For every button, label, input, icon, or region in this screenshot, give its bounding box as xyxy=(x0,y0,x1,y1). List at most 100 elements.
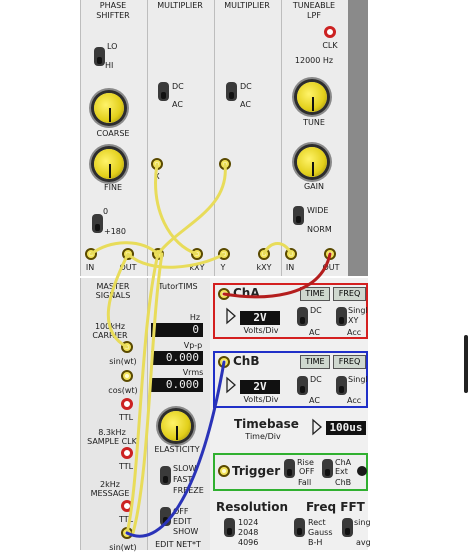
speed-switch[interactable] xyxy=(160,466,171,485)
fft-avg-switch[interactable] xyxy=(342,518,353,537)
window-scrollbar[interactable] xyxy=(464,335,468,393)
carrier-sin-jack[interactable] xyxy=(121,341,133,353)
fine-label: FINE xyxy=(104,183,122,192)
elasticity-knob[interactable] xyxy=(161,411,191,441)
elasticity-label: ELASTICITY xyxy=(154,445,200,454)
timebase-prev-button[interactable] xyxy=(310,417,324,437)
sample-clk-freq-label: 8.3kHz xyxy=(98,428,126,437)
multiplier-module-2 xyxy=(214,0,282,276)
sample-clk-ttl-label: TTL xyxy=(118,462,134,471)
chb-volts-prev-button[interactable] xyxy=(224,375,238,395)
cha-title: ChA xyxy=(233,286,260,300)
multiplier1-y-jack[interactable] xyxy=(218,248,230,260)
chb-acc-label: Acc xyxy=(347,396,362,405)
lpf-clk-label: CLK xyxy=(322,41,338,50)
master-signals-title: MASTER xyxy=(96,282,130,291)
multiplier2-ac-label: AC xyxy=(240,100,251,109)
timebase-sub-label: Time/Div xyxy=(245,432,281,441)
multiplier1-title: MULTIPLIER xyxy=(157,1,203,10)
rack-side-bar xyxy=(348,0,368,276)
master-signals-title-2: SIGNALS xyxy=(95,291,131,300)
phase-out-jack[interactable] xyxy=(122,248,134,260)
sample-clk-ttl-jack[interactable] xyxy=(121,447,133,459)
deg180-label: +180 xyxy=(104,227,126,236)
cha-volts-display: 2V xyxy=(240,311,280,325)
show-label: SHOW xyxy=(173,527,199,536)
message-ttl-jack[interactable] xyxy=(121,500,133,512)
multiplier2-title: MULTIPLIER xyxy=(224,1,270,10)
fft-rect-label: Rect xyxy=(308,518,326,527)
carrier-ttl-jack[interactable] xyxy=(121,398,133,410)
resolution-2048-label: 2048 xyxy=(238,528,259,537)
lo-hi-switch[interactable] xyxy=(94,47,105,66)
chb-mode-switch[interactable] xyxy=(336,376,347,395)
multiplier1-x-label: X xyxy=(154,172,160,181)
lpf-out-jack[interactable] xyxy=(324,248,336,260)
phase-range-switch[interactable] xyxy=(92,214,103,233)
wide-norm-switch[interactable] xyxy=(293,206,304,225)
trigger-slope-switch[interactable] xyxy=(284,459,295,478)
chb-freq-button[interactable]: FREQ xyxy=(333,355,366,369)
cha-coupling-switch[interactable] xyxy=(297,307,308,326)
cha-time-button[interactable]: TIME xyxy=(300,287,330,301)
lpf-out-label: OUT xyxy=(322,263,340,272)
phase-in-jack[interactable] xyxy=(85,248,97,260)
chevron-right-icon xyxy=(226,307,236,325)
phase-in-label: IN xyxy=(85,263,95,272)
message-sin-jack[interactable] xyxy=(121,527,133,539)
fft-bh-label: B-H xyxy=(308,538,323,547)
coarse-label: COARSE xyxy=(96,129,130,138)
message-freq-label: 2kHz xyxy=(100,480,120,489)
multiplier2-kxy-label: kXY xyxy=(256,263,272,272)
lpf-in-jack[interactable] xyxy=(285,248,297,260)
fft-window-switch[interactable] xyxy=(294,518,305,537)
cha-dc-label: DC xyxy=(310,306,322,315)
chb-input-jack[interactable] xyxy=(218,356,230,368)
freeze-label: FREEZE xyxy=(173,486,204,495)
cha-freq-button[interactable]: FREQ xyxy=(333,287,366,301)
trigger-off-label: OFF xyxy=(299,467,315,476)
carrier-ttl-label: TTL xyxy=(118,413,134,422)
fine-knob[interactable] xyxy=(94,149,124,179)
multiplier2-dc-ac-switch[interactable] xyxy=(226,82,237,101)
edit-label: EDIT xyxy=(173,517,192,526)
cha-acc-label: Acc xyxy=(347,328,362,337)
cha-mode-switch[interactable] xyxy=(336,307,347,326)
timebase-title: Timebase xyxy=(234,417,299,431)
multiplier1-dc-label: DC xyxy=(172,82,184,91)
trigger-source-switch[interactable] xyxy=(322,459,333,478)
chevron-right-icon xyxy=(312,418,322,436)
cha-volts-div-label: Volts/Div xyxy=(243,326,279,335)
trigger-ext-jack[interactable] xyxy=(218,465,230,477)
edit-mode-switch[interactable] xyxy=(160,507,171,526)
coarse-knob[interactable] xyxy=(94,93,124,123)
gain-knob[interactable] xyxy=(297,147,327,177)
hz-display: 0 xyxy=(151,323,203,337)
multiplier1-out-jack[interactable] xyxy=(152,248,164,260)
chb-coupling-switch[interactable] xyxy=(297,376,308,395)
carrier-sin-label: sin(wt) xyxy=(109,357,137,366)
fft-avg-label: avg xyxy=(356,538,371,547)
tune-knob[interactable] xyxy=(297,82,327,112)
multiplier2-kxy-jack[interactable] xyxy=(258,248,270,260)
resolution-switch[interactable] xyxy=(224,518,235,537)
multiplier2-x-jack[interactable] xyxy=(219,158,231,170)
phase-shifter-title-2: SHIFTER xyxy=(96,11,130,20)
trigger-fall-label: Fall xyxy=(298,478,312,487)
edit-net-footer[interactable]: EDIT NET*T xyxy=(147,540,209,549)
multiplier1-kxy-jack[interactable] xyxy=(191,248,203,260)
multiplier1-x-jack[interactable] xyxy=(151,158,163,170)
deg0-label: 0 xyxy=(103,207,109,216)
message-label: MESSAGE xyxy=(90,489,130,498)
chb-time-button[interactable]: TIME xyxy=(300,355,330,369)
multiplier1-dc-ac-switch[interactable] xyxy=(158,82,169,101)
resolution-1024-label: 1024 xyxy=(238,518,259,527)
carrier-cos-jack[interactable] xyxy=(121,370,133,382)
gain-label: GAIN xyxy=(303,182,324,191)
lpf-clk-jack[interactable] xyxy=(324,26,336,38)
fft-sing-label: sing xyxy=(354,518,371,527)
message-sin-label: sin(wt) xyxy=(109,543,137,552)
hi-label: HI xyxy=(105,61,114,70)
cha-input-jack[interactable] xyxy=(218,288,230,300)
cha-volts-prev-button[interactable] xyxy=(224,306,238,326)
